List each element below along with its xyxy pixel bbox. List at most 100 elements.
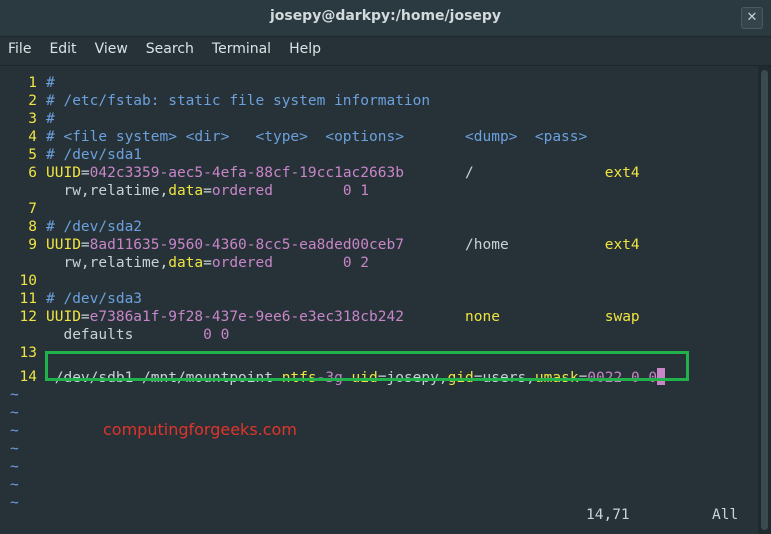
- watermark: computingforgeeks.com: [103, 420, 297, 439]
- empty-line-marker: ~: [10, 459, 19, 475]
- line-number: 10: [19, 273, 37, 289]
- line-number: 7: [28, 201, 37, 217]
- editor-line: 6 UUID=042c3359-aec5-4efa-88cf-19cc1ac266…: [0, 164, 740, 182]
- line-text: # /etc/fstab: static file system informa…: [46, 92, 430, 110]
- line-number: 2: [28, 93, 37, 109]
- menu-file[interactable]: File: [8, 37, 31, 57]
- terminal-area[interactable]: 1 #2 # /etc/fstab: static file system info…: [0, 66, 758, 534]
- editor-line: 5 # /dev/sda1: [0, 146, 740, 164]
- editor-line: 10: [0, 272, 740, 290]
- menu-edit[interactable]: Edit: [49, 37, 76, 57]
- line-number: 14: [19, 369, 37, 385]
- line-number: 8: [28, 219, 37, 235]
- code-token: rw,relatime,: [46, 255, 169, 271]
- cursor-position: 14,71: [586, 507, 630, 523]
- code-token: 8ad11635-9560-4360-8cc5-ea8ded00ceb7: [89, 237, 404, 253]
- line-text: #: [46, 74, 55, 92]
- code-token: UUID: [46, 165, 81, 181]
- line-number: 9: [28, 237, 37, 253]
- scrollbar[interactable]: [758, 66, 771, 534]
- line-number: 11: [19, 291, 37, 307]
- line-number: 3: [28, 111, 37, 127]
- line-number: 13: [19, 345, 37, 361]
- line-number: 6: [28, 165, 37, 181]
- code-token: # /dev/sda1: [46, 147, 143, 163]
- editor-line: rw,relatime,data=ordered 0 1: [0, 182, 740, 200]
- editor-line: 12 UUID=e7386a1f-9f28-437e-9ee6-e3ec318cb…: [0, 308, 740, 326]
- empty-line-marker: ~: [10, 405, 19, 421]
- menu-search[interactable]: Search: [146, 37, 194, 57]
- scroll-indicator: All: [712, 507, 739, 523]
- code-token: =: [80, 237, 90, 253]
- code-token: 0 2: [272, 255, 370, 271]
- window-title: josepy@darkpy:/home/josepy: [269, 8, 502, 24]
- line-text: rw,relatime,data=ordered 0 1: [46, 182, 369, 200]
- code-token: ext4: [604, 165, 640, 181]
- line-number: 4: [28, 129, 37, 145]
- editor-line: 7: [0, 200, 740, 218]
- code-token: defaults: [46, 327, 204, 343]
- code-token: =: [80, 309, 90, 325]
- line-text: UUID=042c3359-aec5-4efa-88cf-19cc1ac2663…: [46, 164, 640, 182]
- code-token: rw,relatime,: [46, 183, 169, 199]
- code-token: data: [168, 183, 204, 199]
- empty-line-marker: ~: [10, 477, 19, 493]
- editor-line: 1 #: [0, 74, 740, 92]
- line-text: # <file system> <dir> <type> <options> <…: [46, 128, 587, 146]
- close-button[interactable]: ✕: [741, 7, 763, 29]
- empty-line-marker: ~: [10, 441, 19, 457]
- title-bar: josepy@darkpy:/home/josepy ✕: [0, 0, 771, 37]
- code-token: swap: [604, 309, 640, 325]
- menu-view[interactable]: View: [95, 37, 128, 57]
- code-token: # /etc/fstab: static file system informa…: [46, 93, 431, 109]
- line-number: 5: [28, 147, 37, 163]
- highlight-box: [45, 351, 689, 381]
- code-token: 0 0: [203, 327, 230, 343]
- empty-line-marker: ~: [10, 495, 19, 511]
- scrollbar-thumb[interactable]: [761, 70, 768, 530]
- editor-line: 9 UUID=8ad11635-9560-4360-8cc5-ea8ded00ce…: [0, 236, 740, 254]
- line-text: #: [46, 110, 55, 128]
- empty-line-marker: ~: [10, 387, 19, 403]
- code-token: =: [80, 165, 90, 181]
- line-text: rw,relatime,data=ordered 0 2: [46, 254, 369, 272]
- editor-line: 3 #: [0, 110, 740, 128]
- code-token: # /dev/sda3: [46, 291, 143, 307]
- code-token: =: [203, 255, 212, 271]
- menu-bar: File Edit View Search Terminal Help: [0, 37, 771, 66]
- line-text: # /dev/sda3: [46, 290, 142, 308]
- editor-line: 11 # /dev/sda3: [0, 290, 740, 308]
- code-token: /home: [403, 237, 605, 253]
- line-text: UUID=8ad11635-9560-4360-8cc5-ea8ded00ceb…: [46, 236, 640, 254]
- code-token: # <file system> <dir> <type> <options> <…: [46, 129, 588, 145]
- editor-line: 2 # /etc/fstab: static file system inform…: [0, 92, 740, 110]
- code-token: #: [46, 111, 55, 127]
- line-text: UUID=e7386a1f-9f28-437e-9ee6-e3ec318cb24…: [46, 308, 640, 326]
- editor-line: 8 # /dev/sda2: [0, 218, 740, 236]
- code-token: UUID: [46, 309, 81, 325]
- code-token: 042c3359-aec5-4efa-88cf-19cc1ac2663b: [89, 165, 404, 181]
- line-number: 1: [28, 75, 37, 91]
- empty-line-marker: ~: [10, 423, 19, 439]
- line-text: # /dev/sda1: [46, 146, 142, 164]
- code-token: /: [403, 165, 605, 181]
- line-number: 12: [19, 309, 37, 325]
- line-text: # /dev/sda2: [46, 218, 142, 236]
- code-token: none: [465, 309, 500, 325]
- menu-help[interactable]: Help: [289, 37, 321, 57]
- editor-line: rw,relatime,data=ordered 0 2: [0, 254, 740, 272]
- code-token: ordered: [211, 255, 273, 271]
- line-text: defaults 0 0: [46, 326, 229, 344]
- code-token: e7386a1f-9f28-437e-9ee6-e3ec318cb242: [89, 309, 404, 325]
- code-token: =: [203, 183, 212, 199]
- code-token: 0 1: [272, 183, 370, 199]
- menu-terminal[interactable]: Terminal: [212, 37, 271, 57]
- code-token: # /dev/sda2: [46, 219, 143, 235]
- editor-line: defaults 0 0: [0, 326, 740, 344]
- code-token: data: [168, 255, 204, 271]
- code-token: #: [46, 75, 55, 91]
- code-token: UUID: [46, 237, 81, 253]
- code-token: ext4: [604, 237, 640, 253]
